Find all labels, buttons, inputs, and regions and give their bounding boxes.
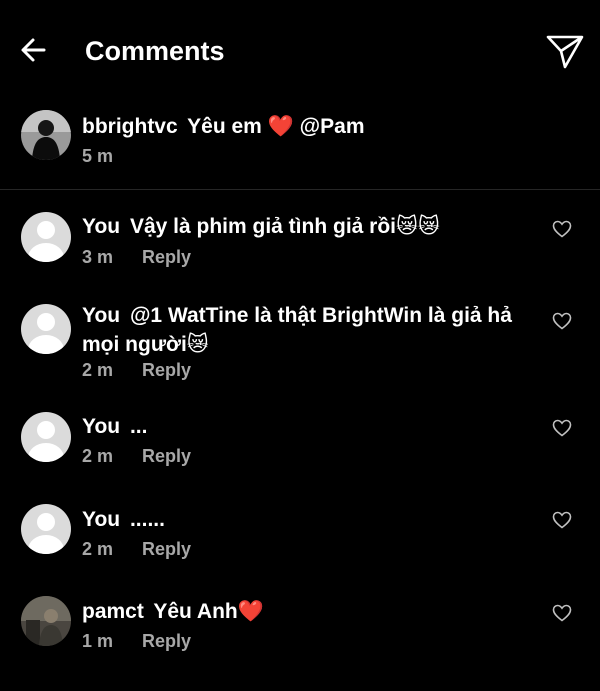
avatar-body-shape <box>28 443 64 462</box>
reply-button[interactable]: Reply <box>142 360 191 380</box>
timestamp: 2 m <box>82 446 114 466</box>
comment-body: @1 WatTine là thật BrightWin là giả hả m… <box>82 304 512 356</box>
username[interactable]: You <box>82 215 120 238</box>
caption-meta: 5 m <box>82 145 113 167</box>
timestamp: 5 m <box>82 146 114 166</box>
heart-outline-icon <box>552 312 572 330</box>
reply-button[interactable]: Reply <box>142 539 191 559</box>
comment-meta: 1 m Reply <box>82 630 191 652</box>
timestamp: 2 m <box>82 360 114 380</box>
comment-body: Vậy là phim giả tình giả rồi😿😿 <box>129 215 440 238</box>
header-bar: Comments <box>0 0 600 100</box>
comment-text: pamct Yêu Anh❤️ <box>82 597 532 626</box>
heart-outline-icon <box>552 511 572 529</box>
page-title: Comments <box>85 36 225 66</box>
avatar-head-shape <box>37 513 55 531</box>
divider <box>0 189 600 190</box>
reply-button[interactable]: Reply <box>142 631 191 651</box>
username[interactable]: You <box>82 304 120 327</box>
timestamp: 3 m <box>82 247 114 267</box>
avatar-head-shape <box>37 313 55 331</box>
comment-text: You Vậy là phim giả tình giả rồi😿😿 <box>82 212 532 241</box>
username[interactable]: You <box>82 415 120 438</box>
comment-body: ... <box>129 415 148 438</box>
post-caption: bbrightvc Yêu em ❤️ @Pam 5 m <box>0 100 600 190</box>
profile-photo <box>21 596 71 646</box>
reply-button[interactable]: Reply <box>142 446 191 466</box>
like-button[interactable] <box>552 312 572 330</box>
comment-text: You ... <box>82 412 532 441</box>
comment-body: ...... <box>129 508 165 531</box>
avatar[interactable] <box>21 504 71 554</box>
username[interactable]: bbrightvc <box>82 115 178 138</box>
caption-text: bbrightvc Yêu em ❤️ @Pam <box>82 112 532 141</box>
back-button[interactable] <box>18 34 50 66</box>
avatar-head-shape <box>37 221 55 239</box>
comment-meta: 2 m Reply <box>82 359 191 381</box>
comment-text: You ...... <box>82 505 532 534</box>
heart-outline-icon <box>552 604 572 622</box>
comment-body: Yêu Anh❤️ <box>153 600 264 623</box>
reply-button[interactable]: Reply <box>142 247 191 267</box>
share-button[interactable] <box>545 34 585 70</box>
username[interactable]: pamct <box>82 600 144 623</box>
timestamp: 2 m <box>82 539 114 559</box>
heart-outline-icon <box>552 419 572 437</box>
avatar[interactable] <box>21 596 71 646</box>
avatar[interactable] <box>21 212 71 262</box>
arrow-left-icon <box>21 38 46 62</box>
like-button[interactable] <box>552 604 572 622</box>
like-button[interactable] <box>552 220 572 238</box>
avatar-body-shape <box>28 335 64 354</box>
avatar[interactable] <box>21 110 71 160</box>
comment-text: You @1 WatTine là thật BrightWin là giả … <box>82 301 532 359</box>
avatar-head-shape <box>37 421 55 439</box>
comment-meta: 2 m Reply <box>82 538 191 560</box>
profile-photo <box>21 110 71 160</box>
avatar-body-shape <box>28 535 64 554</box>
avatar[interactable] <box>21 304 71 354</box>
like-button[interactable] <box>552 419 572 437</box>
comment-meta: 3 m Reply <box>82 246 191 268</box>
avatar-body-shape <box>28 243 64 262</box>
caption-body: Yêu em ❤️ @Pam <box>187 115 365 138</box>
heart-outline-icon <box>552 220 572 238</box>
timestamp: 1 m <box>82 631 114 651</box>
avatar[interactable] <box>21 412 71 462</box>
comment-meta: 2 m Reply <box>82 445 191 467</box>
username[interactable]: You <box>82 508 120 531</box>
paper-plane-icon <box>546 35 584 69</box>
like-button[interactable] <box>552 511 572 529</box>
